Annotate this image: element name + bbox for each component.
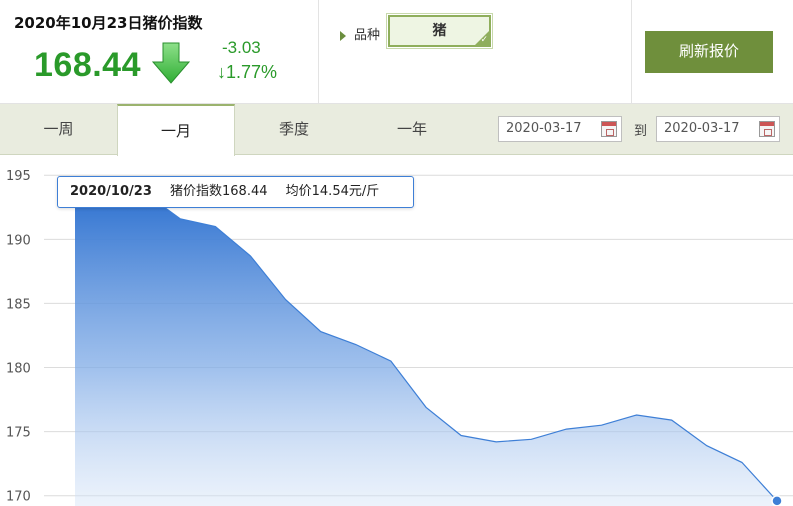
start-date-value: 2020-03-17	[506, 121, 582, 136]
range-to-label: 到	[634, 124, 648, 139]
variety-option-pig[interactable]: 猪 ✓	[386, 13, 493, 49]
y-tick-label: 180	[6, 362, 31, 377]
start-date-input[interactable]: 2020-03-17	[498, 116, 622, 142]
tooltip-index: 猪价指数168.44	[170, 184, 268, 199]
change-percent: ↓1.77%	[217, 62, 278, 82]
series-area-fill	[75, 193, 777, 506]
series-area	[75, 192, 778, 506]
y-tick-label: 175	[6, 426, 31, 441]
y-tick-label: 185	[6, 297, 31, 312]
tab-month[interactable]: 一月	[117, 104, 235, 156]
down-arrow-icon	[152, 42, 190, 84]
tab-year[interactable]: 一年	[353, 104, 471, 155]
variety-option-label: 猪	[432, 23, 447, 39]
price-summary: 2020年10月23日猪价指数 168.44 -3.03 ↓1.77%	[0, 0, 319, 104]
calendar-icon[interactable]	[601, 121, 617, 137]
check-icon: ✓	[480, 35, 488, 45]
tab-week[interactable]: 一周	[0, 104, 117, 155]
y-tick-label: 190	[6, 233, 31, 248]
y-tick-label: 195	[6, 169, 31, 184]
y-tick-label: 170	[6, 490, 31, 505]
chart-tooltip: 2020/10/23 猪价指数168.44 均价14.54元/斤	[57, 176, 414, 208]
variety-label: 品种	[340, 24, 380, 43]
y-axis-ticks: 195 190 185 180 175 170	[6, 169, 31, 505]
variety-label-text: 品种	[354, 28, 381, 43]
index-date-title: 2020年10月23日猪价指数	[14, 14, 203, 32]
end-date-value: 2020-03-17	[664, 121, 740, 136]
triangle-right-icon	[340, 30, 346, 41]
change-absolute: -3.03	[222, 38, 261, 57]
highlighted-data-point[interactable]	[771, 495, 783, 506]
tooltip-average-price: 均价14.54元/斤	[285, 184, 380, 199]
refresh-panel: 刷新报价	[633, 0, 793, 104]
price-index-chart: 195 190 185 180 175 170	[6, 169, 793, 506]
tab-quarter[interactable]: 季度	[235, 104, 353, 155]
top-panel: 2020年10月23日猪价指数 168.44 -3.03 ↓1.77% 品种 猪…	[0, 0, 793, 104]
variety-selector-panel: 品种 猪 ✓	[320, 0, 632, 104]
tooltip-date: 2020/10/23	[70, 184, 152, 199]
calendar-icon[interactable]	[759, 121, 775, 137]
end-date-input[interactable]: 2020-03-17	[656, 116, 780, 142]
refresh-price-button[interactable]: 刷新报价	[645, 31, 773, 73]
index-value: 168.44	[34, 46, 141, 84]
